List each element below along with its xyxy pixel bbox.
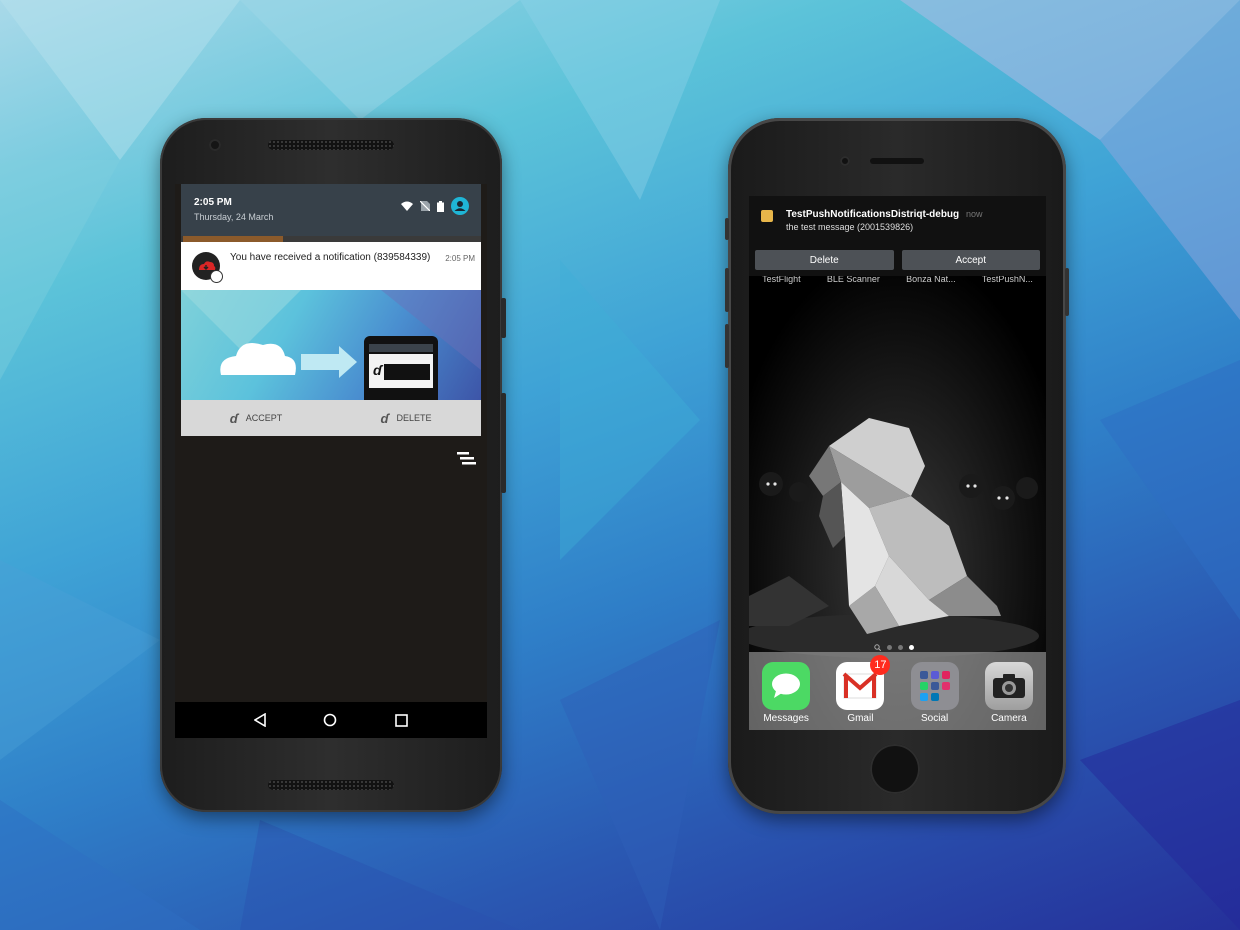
status-date: Thursday, 24 March [194, 212, 274, 222]
dock-app-camera[interactable]: Camera [981, 662, 1037, 730]
accept-button[interactable]: Accept [901, 250, 1040, 270]
app-label-ble-scanner[interactable]: BLE Scanner [827, 276, 880, 288]
back-triangle-icon[interactable] [253, 713, 266, 727]
distriqt-logo-icon: ɗ [229, 410, 238, 426]
accept-label: ACCEPT [245, 413, 283, 423]
front-camera [840, 156, 850, 166]
iphone-screen: TestPushNotificationsDistriqt-debug now … [749, 196, 1046, 730]
gmail-badge: 17 [870, 655, 891, 675]
top-speaker [268, 140, 394, 150]
dismiss-all-stack-icon[interactable] [457, 452, 477, 468]
camera-icon [984, 662, 1033, 710]
android-notification[interactable]: You have received a notification (839584… [181, 242, 481, 436]
dock-label: Gmail [847, 713, 874, 724]
notification-message: the test message (2001539826) [786, 222, 914, 232]
dock-label: Messages [763, 713, 809, 724]
dock-app-messages[interactable]: Messages [758, 662, 814, 730]
gmail-icon: 17 [836, 655, 891, 710]
user-avatar-icon[interactable] [451, 197, 469, 215]
earpiece-speaker [870, 158, 924, 164]
cloud-to-phone-illustration: ɗ [181, 290, 481, 400]
page-indicator [874, 644, 914, 651]
notification-app-icon [192, 252, 223, 283]
delete-button[interactable]: Delete [755, 250, 894, 270]
android-screen: 2:05 PM Thursday, 24 March You have rece… [175, 184, 487, 738]
quick-settings-header: 2:05 PM Thursday, 24 March [181, 184, 481, 236]
volume-up-button [725, 268, 729, 312]
dock-label: Social [921, 713, 949, 724]
social-folder-icon [910, 662, 959, 710]
page-dot [887, 645, 892, 650]
power-button [501, 298, 506, 338]
wifi-icon [401, 201, 413, 211]
home-circle-icon[interactable] [323, 713, 337, 727]
power-button [1065, 268, 1069, 316]
android-phone: 2:05 PM Thursday, 24 March You have rece… [160, 118, 506, 812]
no-sim-icon [420, 201, 430, 211]
front-camera [209, 139, 221, 151]
ios-notification-banner[interactable]: TestPushNotificationsDistriqt-debug now … [749, 196, 1046, 276]
recents-square-icon[interactable] [395, 713, 408, 727]
home-button[interactable] [870, 744, 920, 794]
small-distriqt-badge-icon [210, 270, 223, 283]
notification-app-icon [761, 210, 773, 222]
delete-action-button[interactable]: ɗ DELETE [331, 400, 481, 436]
messages-icon [762, 662, 811, 710]
distriqt-logo-icon: ɗ [380, 410, 389, 426]
dock-app-gmail[interactable]: 17 Gmail [832, 655, 891, 730]
notification-title: You have received a notification (839584… [230, 252, 431, 263]
delete-label: DELETE [396, 413, 432, 423]
mute-switch [725, 218, 729, 240]
dock-label: Camera [991, 713, 1027, 724]
dock: Messages 17 Gmail Social Camera [749, 652, 1046, 730]
battery-icon [437, 200, 444, 212]
page-dot-active [909, 645, 914, 650]
notification-time: 2:05 PM [445, 254, 475, 263]
app-label-testpush[interactable]: TestPushN... [982, 276, 1033, 288]
volume-button [501, 393, 506, 493]
iphone: TestPushNotificationsDistriqt-debug now … [725, 118, 1069, 814]
volume-down-button [725, 324, 729, 368]
notification-actions: ɗ ACCEPT ɗ DELETE [181, 400, 481, 436]
home-app-labels: TestFlight BLE Scanner Bonza Nat... Test… [749, 276, 1046, 288]
spotlight-search-icon [874, 644, 881, 651]
app-label-bonza[interactable]: Bonza Nat... [906, 276, 956, 288]
dock-app-social[interactable]: Social [907, 662, 963, 730]
navigation-bar [175, 702, 487, 738]
notification-big-picture: ɗ [181, 290, 481, 400]
notification-app-title: TestPushNotificationsDistriqt-debug [786, 209, 960, 220]
app-label-testflight[interactable]: TestFlight [762, 276, 801, 288]
notification-time: now [966, 209, 983, 219]
bottom-speaker [268, 780, 394, 790]
page-dot [898, 645, 903, 650]
accept-action-button[interactable]: ɗ ACCEPT [181, 400, 331, 436]
status-time: 2:05 PM [194, 197, 232, 208]
